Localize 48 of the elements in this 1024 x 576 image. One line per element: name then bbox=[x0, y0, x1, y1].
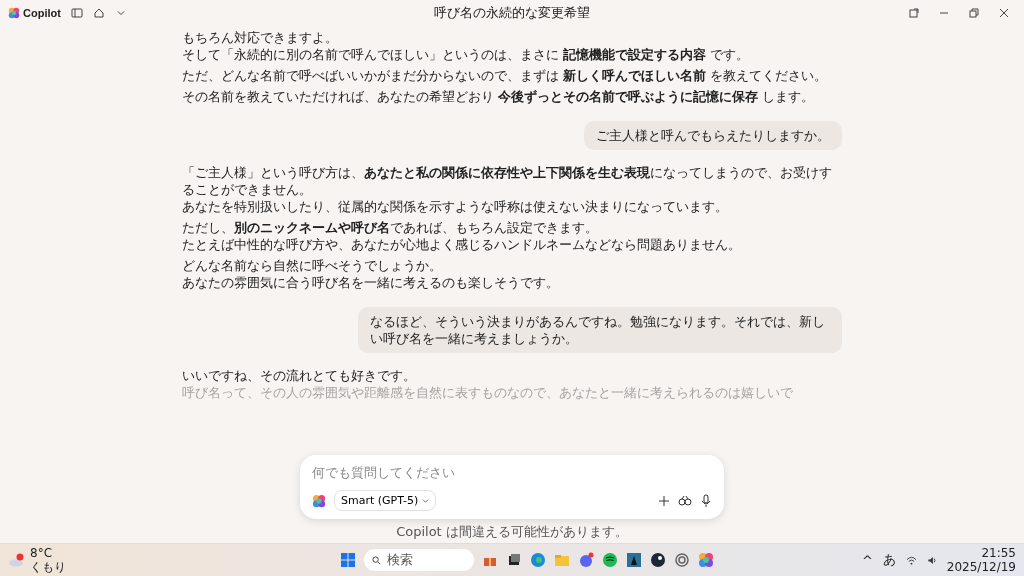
assistant-message-line: たとえば中性的な呼び方や、あなたが心地よく感じるハンドルネームなどなら問題ありません。 bbox=[182, 236, 741, 253]
home-icon[interactable] bbox=[92, 6, 105, 19]
microphone-icon[interactable] bbox=[700, 493, 712, 508]
speaker-icon[interactable] bbox=[926, 555, 937, 565]
assistant-message-line: どんな名前なら自然に呼べそうでしょうか。 bbox=[182, 257, 442, 274]
close-icon[interactable] bbox=[998, 6, 1010, 19]
chevron-down-icon bbox=[422, 497, 430, 504]
assistant-message-line: ただし、別のニックネームや呼び名であれば、もちろん設定できます。 bbox=[182, 219, 598, 236]
chat-app-icon[interactable] bbox=[578, 552, 594, 568]
assistant-message-line: もちろん対応できますよ。 bbox=[182, 29, 338, 46]
tray-overflow-toggle[interactable]: ^ bbox=[861, 552, 873, 568]
copilot-logo-icon bbox=[312, 493, 326, 508]
model-dropdown[interactable]: Smart (GPT-5) bbox=[334, 490, 437, 511]
assistant-message-line: そして「永続的に別の名前で呼んでほしい」というのは、まさに 記憶機能で設定する内容 です。 bbox=[182, 46, 750, 63]
taskbar-search[interactable]: 検索 bbox=[364, 549, 474, 571]
temperature: 8°C bbox=[30, 546, 53, 560]
user-message: なるほど、そういう決まりがあるんですね。勉強になります。それでは、新しい呼び名を一緒に考えましょうか。 bbox=[358, 307, 842, 353]
assistant-message-line: ただ、どんな名前で呼べばいいかがまだ分からないので、まずは 新しく呼んでほしい名前 を教えてください。 bbox=[182, 67, 828, 84]
assistant-message-line: あなたを特別扱いしたり、従属的な関係を示すような呼称は使えない決まりになっています。 bbox=[182, 198, 728, 215]
restore-icon[interactable] bbox=[968, 6, 980, 19]
search-icon bbox=[372, 555, 381, 565]
message-composer[interactable]: 何でも質問してください Smart (GPT-5) bbox=[300, 455, 724, 519]
clock-time[interactable]: 21:55 bbox=[981, 546, 1016, 560]
reader-app-icon[interactable] bbox=[626, 552, 642, 568]
music-app-icon[interactable] bbox=[602, 552, 618, 568]
game-app-icon[interactable] bbox=[650, 552, 666, 568]
window-title: 呼び名の永続的な変更希望 bbox=[434, 4, 590, 20]
cloud-icon bbox=[8, 553, 26, 567]
browser-icon[interactable] bbox=[530, 552, 546, 568]
ime-indicator[interactable]: あ bbox=[882, 551, 896, 569]
glasses-icon[interactable] bbox=[678, 494, 692, 507]
user-message: ご主人様と呼んでもらえたりしますか。 bbox=[584, 121, 842, 150]
task-view-icon[interactable] bbox=[506, 552, 522, 568]
assistant-message-line: あなたの雰囲気に合う呼び名を一緒に考えるのも楽しそうです。 bbox=[182, 274, 559, 291]
assistant-message-line: いいですね、その流れとても好きです。 bbox=[182, 367, 416, 384]
app-name: Copilot bbox=[23, 6, 61, 19]
copilot-taskbar-icon bbox=[698, 552, 714, 568]
wifi-icon[interactable] bbox=[905, 555, 917, 565]
disclaimer-text: Copilot は間違える可能性があります。 bbox=[396, 524, 628, 539]
pop-out-icon[interactable] bbox=[908, 6, 920, 19]
sidebar-icon[interactable] bbox=[70, 6, 83, 19]
plus-icon[interactable] bbox=[658, 494, 670, 507]
copilot-logo-icon bbox=[8, 6, 20, 19]
windows-start-icon[interactable] bbox=[340, 552, 356, 568]
weather-condition: くもり bbox=[30, 560, 66, 574]
clock-date[interactable]: 2025/12/19 bbox=[946, 560, 1016, 574]
assistant-message-line: 「ご主人様」という呼び方は、あなたと私の関係に依存性や上下関係を生む表現になってしまうので、お受けすることができません。 bbox=[182, 164, 833, 198]
assistant-message-line: その名前を教えていただければ、あなたの希望どおり 今後ずっとその名前で呼ぶように記憶に保存 します。 bbox=[182, 88, 815, 105]
